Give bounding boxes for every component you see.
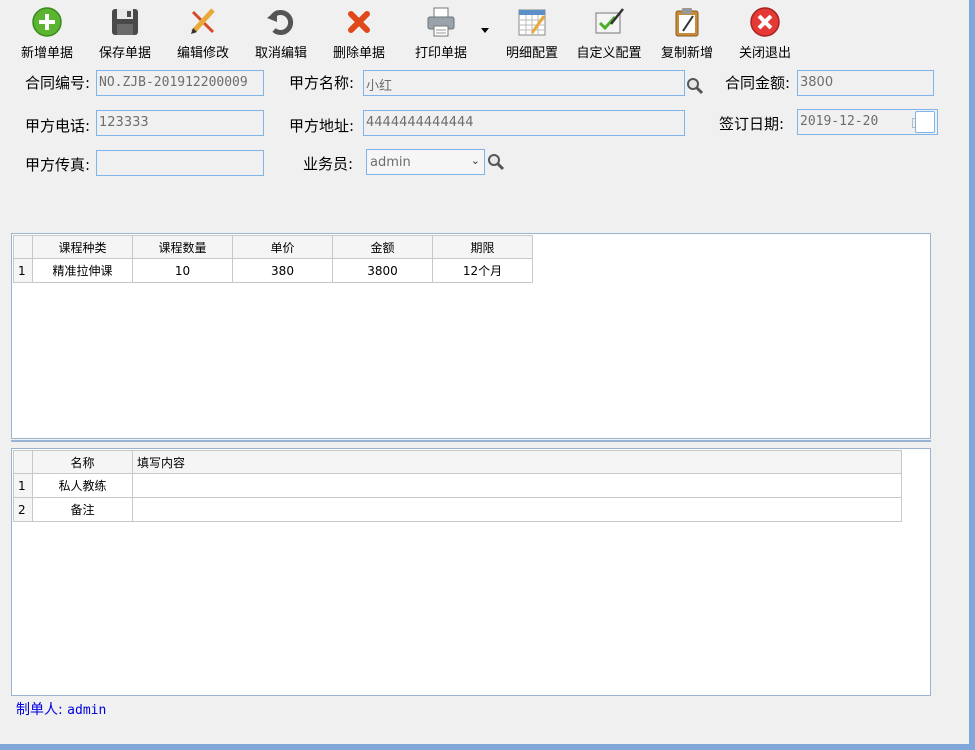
close-icon <box>750 7 780 37</box>
close-exit-button[interactable]: 关闭退出 <box>727 4 803 62</box>
chevron-down-icon: ⌄ <box>470 154 480 167</box>
print-button-label: 打印单据 <box>414 46 467 61</box>
grid-splitter[interactable] <box>11 440 931 442</box>
detail-config-button[interactable]: 明细配置 <box>494 4 570 62</box>
copy-add-button[interactable]: 复制新增 <box>649 4 725 62</box>
print-icon <box>427 7 455 37</box>
print-dropdown-arrow-icon[interactable] <box>481 28 489 33</box>
add-icon <box>32 7 62 37</box>
salesperson-select[interactable]: admin ⌄ <box>366 149 485 175</box>
party-a-fax-label: 甲方传真: <box>25 156 91 174</box>
col-header-amount[interactable]: 金额 <box>332 235 433 259</box>
save-button[interactable]: 保存单据 <box>87 4 163 62</box>
party-a-address-field[interactable]: 4444444444444 <box>363 110 685 136</box>
add-button-label: 新增单据 <box>20 46 73 61</box>
cell-term[interactable]: 12个月 <box>432 258 533 283</box>
table-row[interactable]: 2 备注 <box>13 497 902 522</box>
course-grid: 课程种类 课程数量 单价 金额 期限 1 精准拉伸课 10 380 3800 1… <box>11 233 931 439</box>
delete-button-label: 删除单据 <box>332 46 385 61</box>
salesperson-value: admin <box>370 155 411 170</box>
party-a-fax-field[interactable] <box>96 150 264 176</box>
col-header-term[interactable]: 期限 <box>432 235 533 259</box>
cell-unit-price[interactable]: 380 <box>232 258 333 283</box>
row-header-corner <box>13 235 33 259</box>
party-a-phone-field[interactable]: 123333 <box>96 110 264 136</box>
row-number: 1 <box>13 473 33 498</box>
cell-course-qty[interactable]: 10 <box>132 258 233 283</box>
course-header-row: 课程种类 课程数量 单价 金额 期限 <box>13 235 533 259</box>
party-a-address-label: 甲方地址: <box>289 117 355 135</box>
window-edge-bottom <box>0 744 975 750</box>
date-picker-button[interactable] <box>915 111 935 133</box>
add-button[interactable]: 新增单据 <box>9 4 85 62</box>
contract-no-label: 合同编号: <box>25 74 91 92</box>
row-number: 1 <box>13 258 33 283</box>
cell-course-type[interactable]: 精准拉伸课 <box>32 258 133 283</box>
cell-content[interactable] <box>132 473 902 498</box>
delete-icon <box>348 11 370 33</box>
delete-button[interactable]: 删除单据 <box>321 4 397 62</box>
party-a-phone-label: 甲方电话: <box>25 117 91 135</box>
cancel-edit-button[interactable]: 取消编辑 <box>243 4 319 62</box>
col-header-content[interactable]: 填写内容 <box>132 450 902 474</box>
party-a-name-label: 甲方名称: <box>289 74 355 92</box>
search-icon[interactable] <box>686 77 704 95</box>
cancel-edit-button-label: 取消编辑 <box>254 46 307 61</box>
custom-grid: 名称 填写内容 1 私人教练 2 备注 <box>11 448 931 696</box>
course-table: 课程种类 课程数量 单价 金额 期限 1 精准拉伸课 10 380 3800 1… <box>13 235 533 283</box>
contract-amount-label: 合同金额: <box>725 74 791 92</box>
detail-config-button-label: 明细配置 <box>505 46 558 61</box>
maker-label: 制单人: <box>16 702 63 718</box>
copy-icon <box>675 8 699 37</box>
copy-add-button-label: 复制新增 <box>660 46 713 61</box>
save-button-label: 保存单据 <box>98 46 151 61</box>
edit-button[interactable]: 编辑修改 <box>165 4 241 62</box>
contract-no-field[interactable]: NO.ZJB-201912200009 <box>96 70 264 96</box>
custom-table: 名称 填写内容 1 私人教练 2 备注 <box>13 450 902 522</box>
row-number: 2 <box>13 497 33 522</box>
cell-name[interactable]: 备注 <box>32 497 133 522</box>
maker-value: admin <box>67 703 107 718</box>
col-header-course-qty[interactable]: 课程数量 <box>132 235 233 259</box>
edit-button-label: 编辑修改 <box>176 46 229 61</box>
close-exit-button-label: 关闭退出 <box>738 46 791 61</box>
table-row[interactable]: 1 精准拉伸课 10 380 3800 12个月 <box>13 258 533 283</box>
custom-header-row: 名称 填写内容 <box>13 450 902 474</box>
table-row[interactable]: 1 私人教练 <box>13 473 902 498</box>
maker-info: 制单人: admin <box>16 699 106 719</box>
row-header-corner <box>13 450 33 474</box>
custom-config-button[interactable]: 自定义配置 <box>571 4 647 62</box>
print-button[interactable]: 打印单据 <box>403 4 479 62</box>
cell-amount[interactable]: 3800 <box>332 258 433 283</box>
custom-config-button-label: 自定义配置 <box>576 46 642 61</box>
sign-date-label: 签订日期: <box>719 115 785 133</box>
col-header-course-type[interactable]: 课程种类 <box>32 235 133 259</box>
window-edge-right <box>969 0 975 750</box>
contract-amount-field[interactable]: 3800 <box>797 70 934 96</box>
salesperson-search-icon[interactable] <box>487 153 505 171</box>
salesperson-label: 业务员: <box>303 155 354 173</box>
save-icon <box>112 9 138 35</box>
custom-config-icon <box>595 8 624 34</box>
col-header-name[interactable]: 名称 <box>32 450 133 474</box>
cell-content[interactable] <box>132 497 902 522</box>
col-header-unit-price[interactable]: 单价 <box>232 235 333 259</box>
calendar-config-icon <box>518 9 546 36</box>
undo-icon <box>267 10 294 35</box>
cell-name[interactable]: 私人教练 <box>32 473 133 498</box>
party-a-name-field[interactable]: 小红 <box>363 70 685 96</box>
edit-icon <box>191 8 215 34</box>
